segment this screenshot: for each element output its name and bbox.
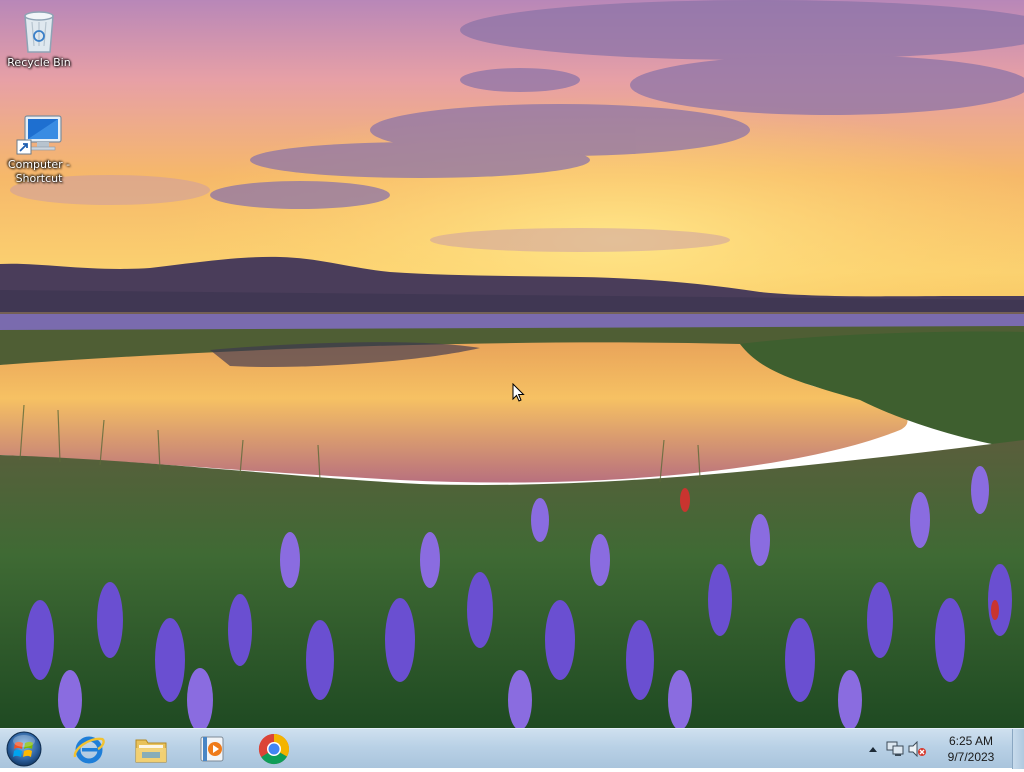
computer-shortcut-icon: [16, 115, 62, 155]
internet-explorer-icon: [73, 736, 105, 764]
show-hidden-icons-button[interactable]: [862, 738, 884, 760]
show-hidden-icons-icon: [869, 747, 877, 752]
desktop[interactable]: Recycle Bin Computer - Shortcut: [0, 0, 1024, 728]
volume-button[interactable]: [906, 738, 928, 760]
google-chrome-icon: [258, 733, 290, 765]
media-player-icon: [200, 736, 224, 762]
network-icon: [886, 741, 904, 756]
mouse-cursor-icon: [512, 383, 525, 402]
clock-date: 9/7/2023: [947, 750, 995, 764]
network-button[interactable]: [884, 738, 906, 760]
file-explorer-icon: [135, 739, 167, 763]
computer-shortcut-label: Computer - Shortcut: [7, 158, 71, 185]
recycle-bin-label: Recycle Bin: [7, 56, 71, 69]
recycle-bin-icon: [24, 11, 54, 53]
computer-shortcut[interactable]: Computer - Shortcut: [1, 114, 77, 186]
system-tray: 6:25 AM 9/7/2023: [862, 729, 1008, 769]
wallpaper: [0, 0, 1024, 728]
start-button[interactable]: [4, 730, 48, 768]
file-explorer-button[interactable]: [122, 730, 180, 768]
google-chrome-button[interactable]: [245, 730, 303, 768]
windows-start-orb-icon: [6, 731, 42, 767]
clock[interactable]: 6:25 AM 9/7/2023: [934, 733, 1008, 765]
volume-muted-icon: [908, 741, 926, 757]
clock-time: 6:25 AM: [948, 734, 994, 748]
show-desktop-button[interactable]: [1012, 729, 1024, 769]
internet-explorer-button[interactable]: [60, 730, 118, 768]
recycle-bin-shortcut[interactable]: Recycle Bin: [1, 6, 77, 70]
media-player-button[interactable]: [183, 730, 241, 768]
taskbar: 6:25 AM 9/7/2023: [0, 728, 1024, 769]
